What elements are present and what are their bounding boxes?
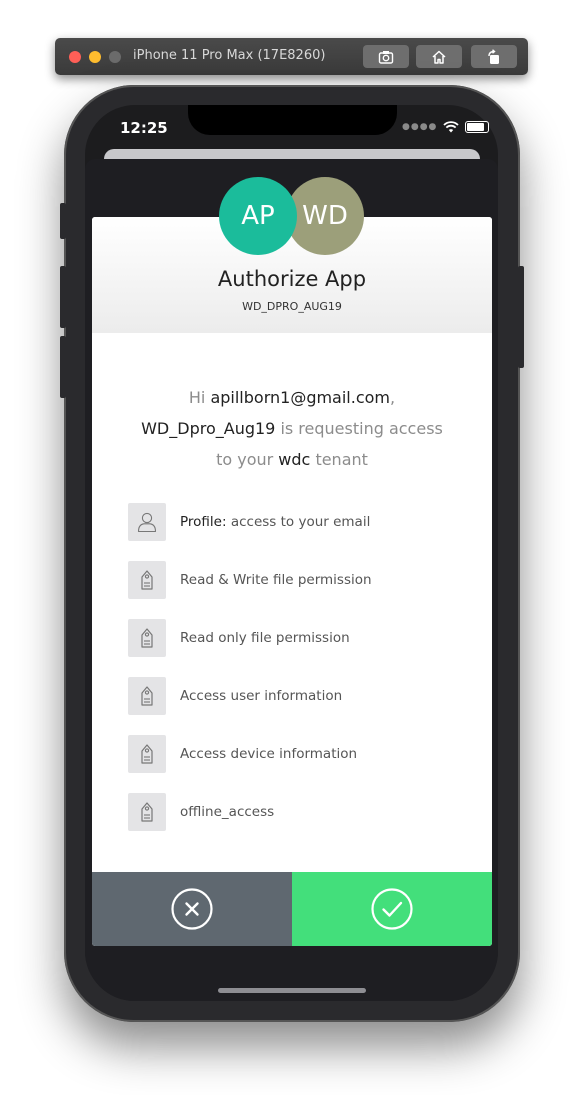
permission-label: Read & Write file permission xyxy=(180,572,372,588)
close-circle-icon xyxy=(171,888,213,930)
permission-label-bold: Profile: xyxy=(180,514,227,530)
close-window-button[interactable] xyxy=(69,51,81,63)
allow-button[interactable] xyxy=(292,872,492,946)
home-icon xyxy=(432,50,446,64)
power-button xyxy=(518,266,524,368)
check-circle-icon xyxy=(371,888,413,930)
permission-label: Access device information xyxy=(180,746,358,762)
volume-up-button xyxy=(60,266,66,328)
screenshot-button[interactable] xyxy=(363,45,409,68)
signal-dots-icon: ●●●● xyxy=(402,122,438,132)
permission-item-device-info: Access device information xyxy=(128,735,357,773)
permission-item-read-only: Read only file permission xyxy=(128,619,350,657)
access-request-message: Hi apillborn1@gmail.com, WD_Dpro_Aug19 i… xyxy=(92,382,492,475)
rotate-icon xyxy=(488,48,499,64)
authorize-card: Authorize App WD_DPRO_AUG19 Hi apillborn… xyxy=(92,217,492,946)
silent-switch xyxy=(60,203,66,239)
tag-icon xyxy=(128,619,166,657)
tenant-name: wdc xyxy=(278,450,311,469)
wifi-icon xyxy=(443,121,460,133)
message-line-2: WD_Dpro_Aug19 is requesting access xyxy=(141,419,443,438)
message-line-1: Hi apillborn1@gmail.com, xyxy=(188,388,396,407)
tag-icon xyxy=(128,735,166,773)
screenshot-icon xyxy=(378,50,394,64)
user-icon xyxy=(128,503,166,541)
tag-icon xyxy=(128,677,166,715)
simulator-title: iPhone 11 Pro Max (17E8260) xyxy=(133,48,326,63)
status-icons: ●●●● xyxy=(402,121,490,133)
deny-button[interactable] xyxy=(92,872,292,946)
minimize-window-button[interactable] xyxy=(89,51,101,63)
app-avatar: WD xyxy=(286,177,364,255)
battery-icon xyxy=(465,121,490,133)
home-button[interactable] xyxy=(416,45,462,68)
user-email: apillborn1@gmail.com xyxy=(210,388,391,407)
user-avatar: AP xyxy=(219,177,297,255)
tag-icon xyxy=(128,793,166,831)
page-title: Authorize App xyxy=(217,267,367,291)
simulator-title-bar: iPhone 11 Pro Max (17E8260) xyxy=(55,38,528,75)
permission-item-profile: Profile: access to your email xyxy=(128,503,370,541)
client-id: WD_DPRO_AUG19 xyxy=(242,300,342,313)
permission-label: Read only file permission xyxy=(180,630,350,646)
permission-label: access to your email xyxy=(230,514,371,530)
permission-label: Access user information xyxy=(180,688,343,704)
message-line-3: to your wdc tenant xyxy=(216,450,368,469)
status-time: 12:25 xyxy=(120,119,168,137)
home-indicator[interactable] xyxy=(218,988,366,993)
permission-item-offline-access: offline_access xyxy=(128,793,274,831)
tag-icon xyxy=(128,561,166,599)
permission-item-user-info: Access user information xyxy=(128,677,342,715)
app-name: WD_Dpro_Aug19 xyxy=(141,419,276,438)
volume-down-button xyxy=(60,336,66,398)
permission-item-read-write: Read & Write file permission xyxy=(128,561,372,599)
permission-label: offline_access xyxy=(180,804,275,820)
zoom-window-button[interactable] xyxy=(109,51,121,63)
notch xyxy=(188,105,397,135)
rotate-button[interactable] xyxy=(471,45,517,68)
